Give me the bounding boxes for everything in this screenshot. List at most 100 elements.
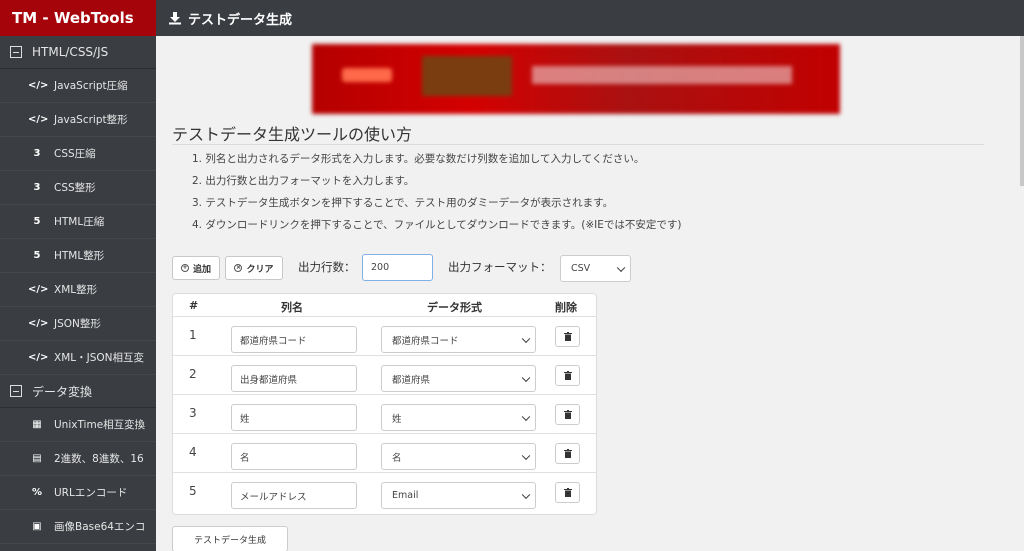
sidebar-item-label: JavaScript整形 xyxy=(54,114,128,126)
main-content: テストデータ生成ツールの使い方 1. 列名と出力されるデータ形式を入力します。必… xyxy=(156,36,1024,551)
image-file-icon: ▣ xyxy=(32,521,42,532)
data-type-select[interactable]: 名 xyxy=(381,443,536,470)
ad-banner[interactable] xyxy=(312,44,840,114)
trash-icon xyxy=(563,488,572,497)
sidebar-item-xml-format[interactable]: </> XML整形 xyxy=(0,273,156,307)
header-delete: 削除 xyxy=(555,301,577,314)
sidebar-item-json-format[interactable]: </> JSON整形 xyxy=(0,307,156,341)
download-icon xyxy=(169,12,181,25)
sidebar-item-label: CSS整形 xyxy=(54,182,96,194)
delete-row-button[interactable] xyxy=(555,326,580,347)
times-circle-icon: × xyxy=(234,264,243,272)
data-type-value: 名 xyxy=(392,452,402,464)
column-name-input[interactable]: メールアドレス xyxy=(231,482,357,509)
trash-icon xyxy=(563,371,572,380)
row-number: 1 xyxy=(189,328,197,342)
column-name-input[interactable]: 名 xyxy=(231,443,357,470)
data-type-select[interactable]: 都道府県 xyxy=(381,365,536,392)
html5-icon: 5 xyxy=(33,216,41,227)
row-number: 2 xyxy=(189,367,197,381)
delete-row-button[interactable] xyxy=(555,365,580,386)
css3-icon: 3 xyxy=(33,182,41,193)
calculator-icon: ▤ xyxy=(32,453,42,464)
add-button-label: 追加 xyxy=(192,264,211,275)
plus-circle-icon: + xyxy=(180,264,189,272)
list-item: 3. テストデータ生成ボタンを押下することで、テスト用のダミーデータが表示されま… xyxy=(192,197,614,209)
row-number: 5 xyxy=(189,484,197,498)
chevron-down-icon xyxy=(521,412,531,421)
sidebar-item-radix[interactable]: ▤ 2進数、8進数、16 xyxy=(0,442,156,476)
collapse-icon xyxy=(10,46,22,58)
row-number: 3 xyxy=(189,406,197,420)
sidebar: TM - WebTools HTML/CSS/JS </> JavaScript圧… xyxy=(0,0,156,551)
clear-button[interactable]: × クリア xyxy=(225,256,283,280)
sidebar-section-label: HTML/CSS/JS xyxy=(32,45,109,59)
sidebar-item-label: JavaScript圧縮 xyxy=(54,80,128,92)
data-type-value: Email xyxy=(392,490,419,501)
rows-label: 出力行数： xyxy=(298,260,356,274)
header-name: 列名 xyxy=(281,301,303,314)
html5-icon: 5 xyxy=(33,250,41,261)
sidebar-item-label: HTML圧縮 xyxy=(54,216,105,228)
table-row: 3 姓 姓 xyxy=(173,394,596,433)
scrollbar[interactable] xyxy=(1020,36,1024,186)
sidebar-item-label: 2進数、8進数、16 xyxy=(54,453,144,465)
sidebar-item-label: URLエンコード xyxy=(54,487,128,499)
sidebar-item-image-base64[interactable]: ▣ 画像Base64エンコ xyxy=(0,510,156,544)
delete-row-button[interactable] xyxy=(555,404,580,425)
table-row: 1 都道府県コード 都道府県コード xyxy=(173,316,596,355)
sidebar-item-xml-json-convert[interactable]: </> XML・JSON相互変 xyxy=(0,341,156,375)
table-row: 4 名 名 xyxy=(173,433,596,472)
data-type-select[interactable]: 姓 xyxy=(381,404,536,431)
chevron-down-icon xyxy=(616,263,626,272)
sidebar-section-html-css-js[interactable]: HTML/CSS/JS xyxy=(0,36,156,69)
sidebar-item-label: UnixTime相互変換 xyxy=(54,419,146,431)
format-label: 出力フォーマット： xyxy=(448,260,552,274)
list-item: 2. 出力行数と出力フォーマットを入力します。 xyxy=(192,175,415,187)
sidebar-item-css-format[interactable]: 3 CSS整形 xyxy=(0,171,156,205)
chevron-down-icon xyxy=(521,490,531,499)
add-column-button[interactable]: + 追加 xyxy=(172,256,220,280)
sidebar-item-html-minify[interactable]: 5 HTML圧縮 xyxy=(0,205,156,239)
sidebar-section-data-convert[interactable]: データ変換 xyxy=(0,375,156,408)
sidebar-item-html-format[interactable]: 5 HTML整形 xyxy=(0,239,156,273)
sidebar-item-label: JSON整形 xyxy=(54,318,101,330)
column-name-input[interactable]: 姓 xyxy=(231,404,357,431)
clear-button-label: クリア xyxy=(246,264,274,275)
top-bar: テストデータ生成 xyxy=(156,0,1024,36)
column-name-input[interactable]: 出身都道府県 xyxy=(231,365,357,392)
format-select[interactable]: CSV xyxy=(560,255,631,282)
generate-button[interactable]: テストデータ生成 xyxy=(172,526,288,551)
delete-row-button[interactable] xyxy=(555,482,580,503)
brand-logo[interactable]: TM - WebTools xyxy=(0,0,156,36)
table-row: 2 出身都道府県 都道府県 xyxy=(173,355,596,394)
sidebar-item-label: 画像Base64エンコ xyxy=(54,521,146,533)
data-type-value: 都道府県 xyxy=(392,374,431,386)
chevron-down-icon xyxy=(521,373,531,382)
trash-icon xyxy=(563,332,572,341)
sidebar-item-label: CSS圧縮 xyxy=(54,148,96,160)
chevron-down-icon xyxy=(521,334,531,343)
sidebar-item-js-format[interactable]: </> JavaScript整形 xyxy=(0,103,156,137)
sidebar-item-css-minify[interactable]: 3 CSS圧縮 xyxy=(0,137,156,171)
calendar-icon: ▦ xyxy=(32,419,42,430)
header-num: # xyxy=(189,299,199,312)
header-type: データ形式 xyxy=(427,301,482,314)
rows-input[interactable]: 200 xyxy=(362,254,433,281)
code-icon: </> xyxy=(28,352,49,363)
page-title: テストデータ生成 xyxy=(188,12,293,28)
column-table: # 列名 データ形式 削除 1 都道府県コード 都道府県コード 2 出身都道府県… xyxy=(172,293,597,515)
data-type-select[interactable]: 都道府県コード xyxy=(381,326,536,353)
code-icon: </> xyxy=(28,114,49,125)
sidebar-item-js-minify[interactable]: </> JavaScript圧縮 xyxy=(0,69,156,103)
sidebar-item-url-encode[interactable]: % URLエンコード xyxy=(0,476,156,510)
code-icon: </> xyxy=(28,284,49,295)
trash-icon xyxy=(563,410,572,419)
delete-row-button[interactable] xyxy=(555,443,580,464)
list-item: 4. ダウンロードリンクを押下することで、ファイルとしてダウンロードできます。(… xyxy=(192,219,682,231)
column-name-input[interactable]: 都道府県コード xyxy=(231,326,357,353)
data-type-select[interactable]: Email xyxy=(381,482,536,509)
data-type-value: 姓 xyxy=(392,413,402,425)
css3-icon: 3 xyxy=(33,148,41,159)
sidebar-item-unixtime[interactable]: ▦ UnixTime相互変換 xyxy=(0,408,156,442)
